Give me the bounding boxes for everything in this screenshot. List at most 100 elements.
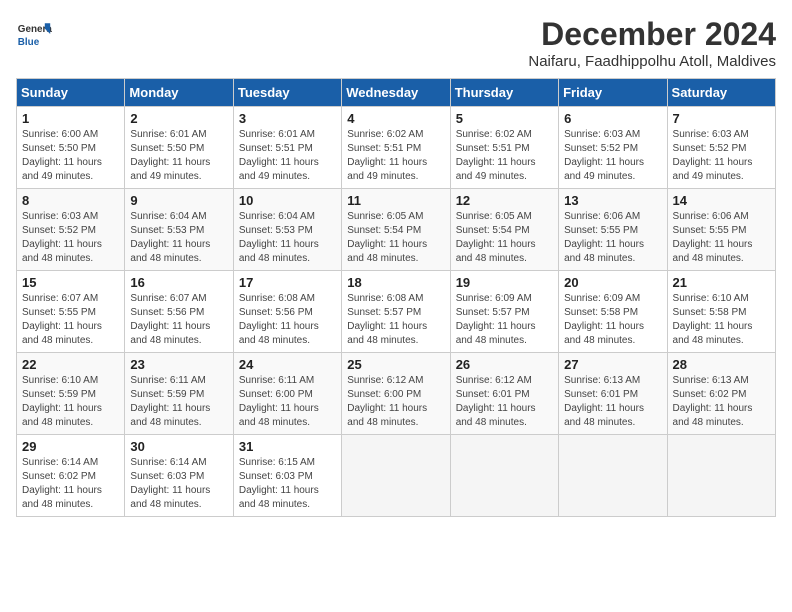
calendar-table: SundayMondayTuesdayWednesdayThursdayFrid… <box>16 78 776 517</box>
day-number: 24 <box>239 357 336 372</box>
day-number: 19 <box>456 275 553 290</box>
calendar-cell: 23 Sunrise: 6:11 AM Sunset: 5:59 PM Dayli… <box>125 353 233 435</box>
calendar-cell: 29 Sunrise: 6:14 AM Sunset: 6:02 PM Dayli… <box>17 435 125 517</box>
calendar-cell: 4 Sunrise: 6:02 AM Sunset: 5:51 PM Daylig… <box>342 107 450 189</box>
calendar-cell: 28 Sunrise: 6:13 AM Sunset: 6:02 PM Dayli… <box>667 353 775 435</box>
calendar-cell: 25Sunrise: 6:12 AM Sunset: 6:00 PM Dayli… <box>342 353 450 435</box>
calendar-cell: 9Sunrise: 6:04 AM Sunset: 5:53 PM Daylig… <box>125 189 233 271</box>
day-number: 26 <box>456 357 553 372</box>
day-number: 18 <box>347 275 444 290</box>
day-info: Sunrise: 6:03 AM Sunset: 5:52 PM Dayligh… <box>673 128 770 184</box>
day-number: 5 <box>456 111 553 126</box>
day-info: Sunrise: 6:03 AM Sunset: 5:52 PM Dayligh… <box>22 210 119 266</box>
day-info: Sunrise: 6:13 AM Sunset: 6:01 PM Dayligh… <box>564 374 661 430</box>
col-header-friday: Friday <box>559 79 667 107</box>
day-info: Sunrise: 6:10 AM Sunset: 5:58 PM Dayligh… <box>673 292 770 348</box>
day-info: Sunrise: 6:14 AM Sunset: 6:02 PM Dayligh… <box>22 456 119 512</box>
day-info: Sunrise: 6:04 AM Sunset: 5:53 PM Dayligh… <box>130 210 227 266</box>
day-number: 28 <box>673 357 770 372</box>
day-number: 3 <box>239 111 336 126</box>
day-number: 22 <box>22 357 119 372</box>
col-header-thursday: Thursday <box>450 79 558 107</box>
day-info: Sunrise: 6:07 AM Sunset: 5:56 PM Dayligh… <box>130 292 227 348</box>
day-info: Sunrise: 6:02 AM Sunset: 5:51 PM Dayligh… <box>456 128 553 184</box>
day-info: Sunrise: 6:09 AM Sunset: 5:58 PM Dayligh… <box>564 292 661 348</box>
day-number: 6 <box>564 111 661 126</box>
calendar-cell: 15 Sunrise: 6:07 AM Sunset: 5:55 PM Dayli… <box>17 271 125 353</box>
calendar-cell: 14 Sunrise: 6:06 AM Sunset: 5:55 PM Dayli… <box>667 189 775 271</box>
calendar-cell: 27Sunrise: 6:13 AM Sunset: 6:01 PM Dayli… <box>559 353 667 435</box>
month-title: December 2024 <box>528 16 776 53</box>
calendar-cell <box>667 435 775 517</box>
day-info: Sunrise: 6:11 AM Sunset: 5:59 PM Dayligh… <box>130 374 227 430</box>
svg-text:Blue: Blue <box>18 37 40 48</box>
calendar-week-row: 29 Sunrise: 6:14 AM Sunset: 6:02 PM Dayli… <box>17 435 776 517</box>
day-info: Sunrise: 6:02 AM Sunset: 5:51 PM Dayligh… <box>347 128 444 184</box>
col-header-wednesday: Wednesday <box>342 79 450 107</box>
col-header-tuesday: Tuesday <box>233 79 341 107</box>
calendar-header-row: SundayMondayTuesdayWednesdayThursdayFrid… <box>17 79 776 107</box>
calendar-cell: 6 Sunrise: 6:03 AM Sunset: 5:52 PM Daylig… <box>559 107 667 189</box>
day-number: 17 <box>239 275 336 290</box>
day-info: Sunrise: 6:14 AM Sunset: 6:03 PM Dayligh… <box>130 456 227 512</box>
day-number: 8 <box>22 193 119 208</box>
calendar-cell <box>559 435 667 517</box>
calendar-week-row: 8 Sunrise: 6:03 AM Sunset: 5:52 PM Daylig… <box>17 189 776 271</box>
day-info: Sunrise: 6:08 AM Sunset: 5:56 PM Dayligh… <box>239 292 336 348</box>
day-info: Sunrise: 6:05 AM Sunset: 5:54 PM Dayligh… <box>456 210 553 266</box>
day-info: Sunrise: 6:05 AM Sunset: 5:54 PM Dayligh… <box>347 210 444 266</box>
page-header: General Blue December 2024 Naifaru, Faad… <box>16 16 776 70</box>
day-number: 12 <box>456 193 553 208</box>
day-number: 30 <box>130 439 227 454</box>
calendar-cell: 1 Sunrise: 6:00 AM Sunset: 5:50 PM Daylig… <box>17 107 125 189</box>
location: Naifaru, Faadhippolhu Atoll, Maldives <box>528 53 776 70</box>
calendar-cell: 16 Sunrise: 6:07 AM Sunset: 5:56 PM Dayli… <box>125 271 233 353</box>
day-number: 29 <box>22 439 119 454</box>
calendar-cell: 10Sunrise: 6:04 AM Sunset: 5:53 PM Dayli… <box>233 189 341 271</box>
calendar-cell: 8 Sunrise: 6:03 AM Sunset: 5:52 PM Daylig… <box>17 189 125 271</box>
day-number: 23 <box>130 357 227 372</box>
day-number: 11 <box>347 193 444 208</box>
calendar-cell <box>450 435 558 517</box>
day-info: Sunrise: 6:06 AM Sunset: 5:55 PM Dayligh… <box>564 210 661 266</box>
calendar-cell: 17 Sunrise: 6:08 AM Sunset: 5:56 PM Dayli… <box>233 271 341 353</box>
day-number: 13 <box>564 193 661 208</box>
day-number: 25 <box>347 357 444 372</box>
day-number: 14 <box>673 193 770 208</box>
calendar-cell: 7 Sunrise: 6:03 AM Sunset: 5:52 PM Daylig… <box>667 107 775 189</box>
day-info: Sunrise: 6:07 AM Sunset: 5:55 PM Dayligh… <box>22 292 119 348</box>
title-block: December 2024 Naifaru, Faadhippolhu Atol… <box>528 16 776 70</box>
calendar-cell: 18 Sunrise: 6:08 AM Sunset: 5:57 PM Dayli… <box>342 271 450 353</box>
day-info: Sunrise: 6:15 AM Sunset: 6:03 PM Dayligh… <box>239 456 336 512</box>
calendar-cell: 3 Sunrise: 6:01 AM Sunset: 5:51 PM Daylig… <box>233 107 341 189</box>
calendar-week-row: 22 Sunrise: 6:10 AM Sunset: 5:59 PM Dayli… <box>17 353 776 435</box>
day-number: 21 <box>673 275 770 290</box>
day-info: Sunrise: 6:13 AM Sunset: 6:02 PM Dayligh… <box>673 374 770 430</box>
calendar-cell: 5 Sunrise: 6:02 AM Sunset: 5:51 PM Daylig… <box>450 107 558 189</box>
day-info: Sunrise: 6:11 AM Sunset: 6:00 PM Dayligh… <box>239 374 336 430</box>
calendar-cell: 26Sunrise: 6:12 AM Sunset: 6:01 PM Dayli… <box>450 353 558 435</box>
calendar-cell: 2 Sunrise: 6:01 AM Sunset: 5:50 PM Daylig… <box>125 107 233 189</box>
day-info: Sunrise: 6:06 AM Sunset: 5:55 PM Dayligh… <box>673 210 770 266</box>
day-info: Sunrise: 6:03 AM Sunset: 5:52 PM Dayligh… <box>564 128 661 184</box>
day-number: 7 <box>673 111 770 126</box>
calendar-cell: 31 Sunrise: 6:15 AM Sunset: 6:03 PM Dayli… <box>233 435 341 517</box>
day-number: 1 <box>22 111 119 126</box>
day-number: 16 <box>130 275 227 290</box>
calendar-cell: 22 Sunrise: 6:10 AM Sunset: 5:59 PM Dayli… <box>17 353 125 435</box>
day-info: Sunrise: 6:10 AM Sunset: 5:59 PM Dayligh… <box>22 374 119 430</box>
day-info: Sunrise: 6:00 AM Sunset: 5:50 PM Dayligh… <box>22 128 119 184</box>
day-number: 15 <box>22 275 119 290</box>
day-number: 31 <box>239 439 336 454</box>
day-number: 2 <box>130 111 227 126</box>
day-number: 10 <box>239 193 336 208</box>
day-info: Sunrise: 6:08 AM Sunset: 5:57 PM Dayligh… <box>347 292 444 348</box>
calendar-cell: 24 Sunrise: 6:11 AM Sunset: 6:00 PM Dayli… <box>233 353 341 435</box>
day-number: 4 <box>347 111 444 126</box>
day-info: Sunrise: 6:01 AM Sunset: 5:50 PM Dayligh… <box>130 128 227 184</box>
calendar-cell: 21 Sunrise: 6:10 AM Sunset: 5:58 PM Dayli… <box>667 271 775 353</box>
calendar-cell: 30 Sunrise: 6:14 AM Sunset: 6:03 PM Dayli… <box>125 435 233 517</box>
day-info: Sunrise: 6:01 AM Sunset: 5:51 PM Dayligh… <box>239 128 336 184</box>
calendar-week-row: 1 Sunrise: 6:00 AM Sunset: 5:50 PM Daylig… <box>17 107 776 189</box>
col-header-saturday: Saturday <box>667 79 775 107</box>
